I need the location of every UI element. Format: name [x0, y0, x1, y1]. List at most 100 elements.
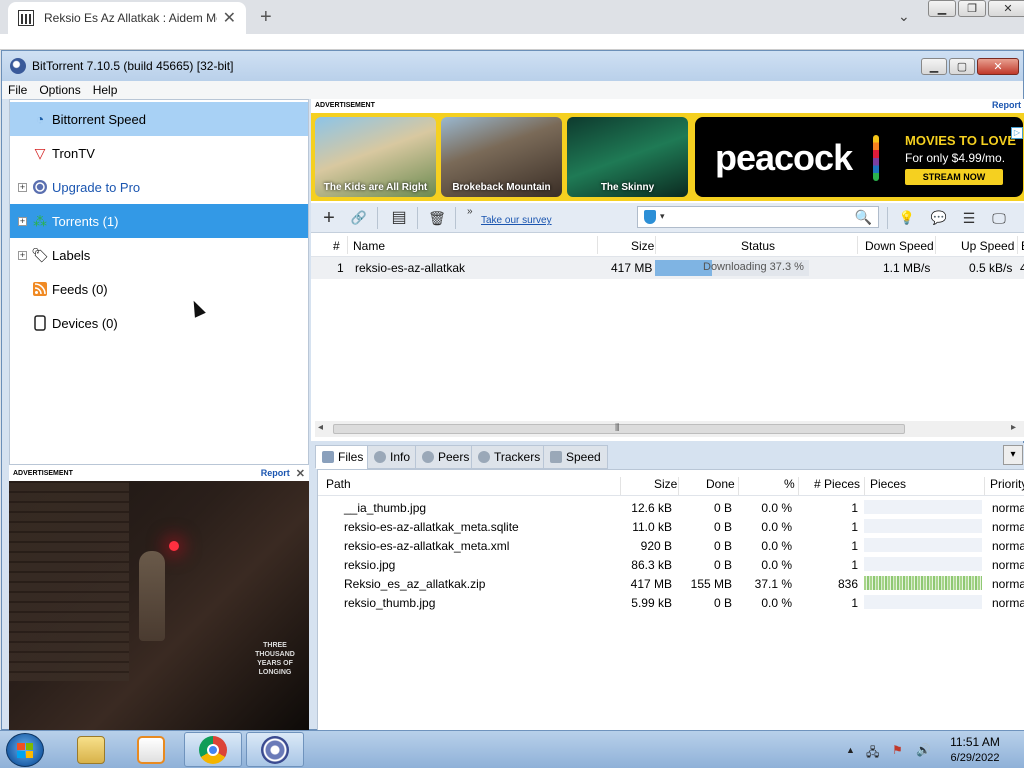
show-hidden-icons-icon[interactable]: ▲: [846, 745, 855, 755]
survey-link[interactable]: Take our survey: [481, 215, 552, 226]
minimize-button[interactable]: ▁: [921, 58, 947, 75]
taskbar-chrome[interactable]: [184, 732, 242, 767]
start-button[interactable]: [6, 733, 44, 767]
search-input[interactable]: ▾ 🔍: [637, 206, 879, 228]
taskbar-media-player[interactable]: [122, 732, 180, 767]
poster-brokeback-mountain[interactable]: Brokeback Mountain: [441, 117, 562, 197]
col-path[interactable]: Path: [326, 477, 351, 491]
file-row[interactable]: __ia_thumb.jpg 12.6 kB 0 B 0.0 % 1 norma: [318, 498, 1024, 517]
sidebar-advertisement: ADVERTISEMENT Report ✕ THREE THOUSAND YE…: [9, 465, 309, 731]
menu-help[interactable]: Help: [93, 83, 118, 97]
files-icon: [322, 451, 334, 463]
sidebar-item-upgrade-to-pro[interactable]: + Upgrade to Pro: [10, 170, 308, 204]
file-pct: 0.0 %: [761, 539, 792, 553]
poster-the-skinny[interactable]: The Skinny: [567, 117, 688, 197]
col-piece-count[interactable]: # Pieces: [814, 477, 860, 491]
ad-video[interactable]: THREE THOUSAND YEARS OF LONGING: [9, 481, 309, 731]
sidebar-item-devices[interactable]: Devices (0): [10, 306, 308, 340]
scroll-right-icon[interactable]: ▸: [1011, 422, 1016, 433]
pieces-bar: [864, 538, 982, 552]
col-done[interactable]: Done: [706, 477, 735, 491]
tab-speed[interactable]: Speed: [543, 445, 608, 469]
sidebar-item-label: Upgrade to Pro: [52, 179, 141, 195]
file-pieces: 1: [851, 520, 858, 534]
report-ad-link[interactable]: Report: [992, 100, 1021, 110]
sidebar-item-trontv[interactable]: ▽ TronTV: [10, 136, 308, 170]
col-up-speed[interactable]: Up Speed: [961, 239, 1014, 253]
tab-info[interactable]: Info: [367, 445, 418, 469]
expand-icon[interactable]: +: [18, 250, 27, 260]
taskbar-clock[interactable]: 11:51 AM 6/29/2022: [940, 734, 1010, 766]
menu-file[interactable]: File: [8, 83, 27, 97]
file-done: 0 B: [713, 520, 732, 534]
list-view-icon[interactable]: ☰: [959, 209, 979, 227]
col-pieces[interactable]: Pieces: [870, 477, 906, 491]
sidebar-item-bittorrent-speed[interactable]: ◔ Bittorrent Speed: [10, 102, 308, 136]
chat-icon[interactable]: 💬: [929, 209, 949, 227]
stream-now-button[interactable]: STREAM NOW: [905, 169, 1003, 185]
report-ad-link[interactable]: Report: [261, 468, 290, 478]
scroll-left-icon[interactable]: ◂: [318, 422, 323, 433]
sidebar-item-feeds[interactable]: Feeds (0): [10, 272, 308, 306]
browser-close-button[interactable]: ✕: [988, 0, 1024, 17]
browser-minimize-button[interactable]: ▁: [928, 0, 956, 17]
tab-close-icon[interactable]: ✕: [223, 8, 236, 28]
remote-device-icon[interactable]: 🖵: [989, 209, 1009, 227]
close-ad-icon[interactable]: ✕: [296, 467, 305, 480]
poster-kids-are-all-right[interactable]: The Kids are All Right: [315, 117, 436, 197]
col-percent[interactable]: %: [784, 477, 795, 491]
col-status[interactable]: Status: [741, 239, 775, 253]
col-size[interactable]: Size: [631, 239, 654, 253]
volume-icon[interactable]: 🔊: [916, 743, 931, 757]
browser-restore-button[interactable]: ❐: [958, 0, 986, 17]
video-scene-light: [169, 541, 179, 551]
peacock-promo[interactable]: peacock MOVIES TO LOVE For only $4.99/mo…: [695, 117, 1023, 197]
panel-toggle-button[interactable]: ▾: [1003, 445, 1023, 465]
action-center-flag-icon[interactable]: ⚑: [892, 743, 903, 757]
col-size[interactable]: Size: [654, 477, 677, 491]
tab-trackers[interactable]: Trackers: [471, 445, 548, 469]
taskbar-file-explorer[interactable]: [62, 732, 120, 767]
file-row[interactable]: reksio.jpg 86.3 kB 0 B 0.0 % 1 norma: [318, 555, 1024, 574]
tab-search-chevron-icon[interactable]: ⌄: [898, 8, 910, 25]
bittorrent-logo-icon: [10, 58, 26, 74]
browser-tab[interactable]: Reksio Es Az Allatkak : Aidem Me ✕: [8, 2, 246, 34]
close-button[interactable]: ✕: [977, 58, 1019, 75]
sidebar-item-label: Bittorrent Speed: [52, 111, 146, 127]
col-name[interactable]: Name: [353, 239, 385, 253]
search-icon[interactable]: 🔍: [855, 209, 872, 226]
new-tab-button[interactable]: +: [260, 6, 272, 29]
file-row[interactable]: Reksio_es_az_allatkak.zip 417 MB 155 MB 37.…: [318, 574, 1024, 593]
adchoices-icon[interactable]: ▷: [1011, 127, 1023, 139]
more-chevron-icon[interactable]: »: [467, 206, 473, 217]
tab-files[interactable]: Files: [315, 445, 371, 469]
file-row[interactable]: reksio_thumb.jpg 5.99 kB 0 B 0.0 % 1 norma: [318, 593, 1024, 612]
lightbulb-icon[interactable]: 💡: [897, 209, 917, 227]
add-torrent-button[interactable]: +: [319, 208, 339, 228]
taskbar-bittorrent[interactable]: [246, 732, 304, 767]
col-number[interactable]: #: [333, 239, 340, 253]
menu-options[interactable]: Options: [39, 83, 80, 97]
tab-peers[interactable]: Peers: [415, 445, 477, 469]
ad-banner[interactable]: The Kids are All Right Brokeback Mountai…: [311, 113, 1024, 201]
ad-label: ADVERTISEMENT: [315, 101, 375, 109]
create-torrent-button[interactable]: ▤: [389, 209, 409, 227]
add-link-button[interactable]: 🔗: [349, 209, 369, 227]
sidebar-item-torrents[interactable]: + ⁂ Torrents (1): [10, 204, 308, 238]
file-row[interactable]: reksio-es-az-allatkak_meta.xml 920 B 0 B 0.…: [318, 536, 1024, 555]
torrent-row[interactable]: 1 reksio-es-az-allatkak 417 MB Downloadi…: [311, 257, 1024, 279]
maximize-button[interactable]: ▢: [949, 58, 975, 75]
sidebar-item-labels[interactable]: + 🏷 Labels: [10, 238, 308, 272]
torrent-list-scrollbar[interactable]: ◂ ⦀ ▸: [315, 421, 1024, 437]
remove-torrent-button[interactable]: 🗑: [427, 209, 447, 227]
expand-icon[interactable]: +: [18, 182, 27, 192]
search-provider-dropdown-icon[interactable]: ▾: [660, 211, 665, 222]
col-down-speed[interactable]: Down Speed: [865, 239, 934, 253]
expand-icon[interactable]: +: [18, 216, 27, 226]
file-size: 417 MB: [630, 577, 672, 591]
col-priority[interactable]: Priority: [990, 477, 1024, 491]
network-icon[interactable]: 🖧: [866, 743, 879, 764]
files-list-header: Path Size Done % # Pieces Pieces Priorit…: [318, 470, 1024, 496]
file-row[interactable]: reksio-es-az-allatkak_meta.sqlite 11.0 kB…: [318, 517, 1024, 536]
clock-date: 6/29/2022: [950, 752, 1000, 764]
